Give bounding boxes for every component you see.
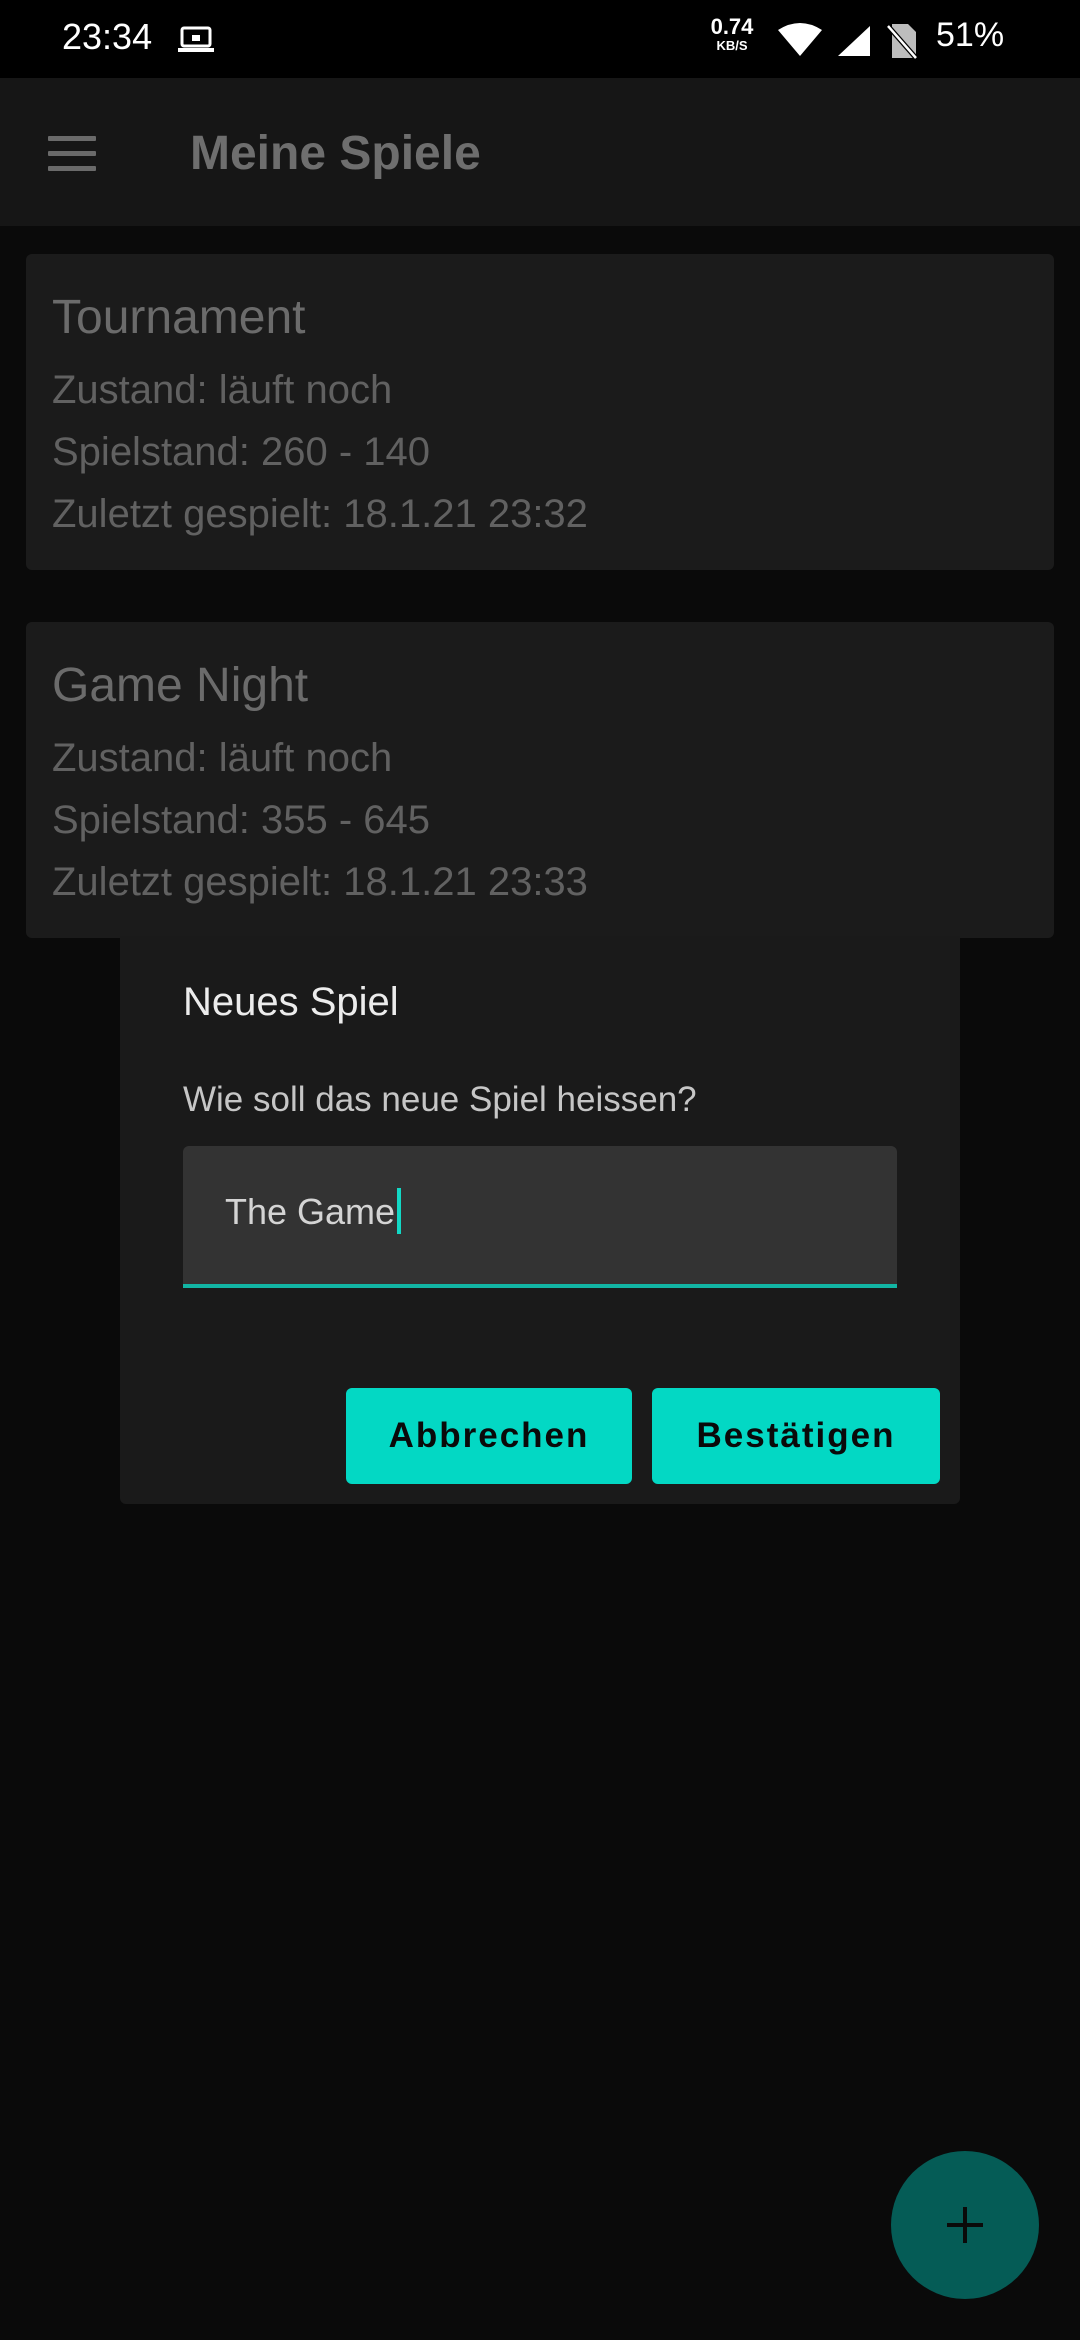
game-last-played: Zuletzt gespielt: 18.1.21 23:32 [52, 492, 588, 536]
app-bar: Meine Spiele [0, 78, 1080, 226]
cancel-button[interactable]: Abbrechen [346, 1388, 632, 1484]
game-card[interactable]: Tournament Zustand: läuft noch Spielstan… [26, 254, 1054, 570]
dialog-message: Wie soll das neue Spiel heissen? [183, 1080, 697, 1119]
text-cursor [397, 1188, 402, 1234]
screen: 23:34 0.74 KB/S 51% Meine Spiele Tournam… [0, 0, 1080, 2340]
page-title: Meine Spiele [190, 127, 481, 180]
laptop-icon [178, 26, 214, 52]
wifi-icon [778, 23, 822, 56]
game-last-played: Zuletzt gespielt: 18.1.21 23:33 [52, 860, 588, 904]
game-state: Zustand: läuft noch [52, 736, 393, 780]
game-name-input[interactable]: The Game [225, 1188, 402, 1234]
game-title: Game Night [52, 659, 309, 712]
confirm-button[interactable]: Bestätigen [652, 1388, 940, 1484]
game-name-field[interactable]: The Game [183, 1146, 897, 1288]
no-sim-icon [886, 24, 918, 60]
status-bar: 23:34 0.74 KB/S 51% [0, 0, 1080, 78]
game-state: Zustand: läuft noch [52, 368, 393, 412]
game-score: Spielstand: 260 - 140 [52, 430, 431, 474]
battery-level: 51% [936, 16, 1005, 54]
game-score: Spielstand: 355 - 645 [52, 798, 431, 842]
cell-signal-icon [838, 26, 870, 56]
add-game-button[interactable] [891, 2151, 1039, 2299]
network-speed-unit: KB/S [716, 38, 748, 53]
network-speed: 0.74 KB/S [706, 14, 758, 53]
game-card[interactable]: Game Night Zustand: läuft noch Spielstan… [26, 622, 1054, 938]
status-time: 23:34 [62, 16, 153, 57]
plus-icon [947, 2207, 983, 2243]
game-title: Tournament [52, 291, 306, 344]
new-game-dialog: Neues Spiel Wie soll das neue Spiel heis… [120, 936, 960, 1504]
network-speed-value: 0.74 [710, 14, 754, 39]
game-name-value: The Game [225, 1191, 396, 1232]
menu-icon[interactable] [48, 136, 100, 172]
dialog-title: Neues Spiel [183, 980, 399, 1024]
